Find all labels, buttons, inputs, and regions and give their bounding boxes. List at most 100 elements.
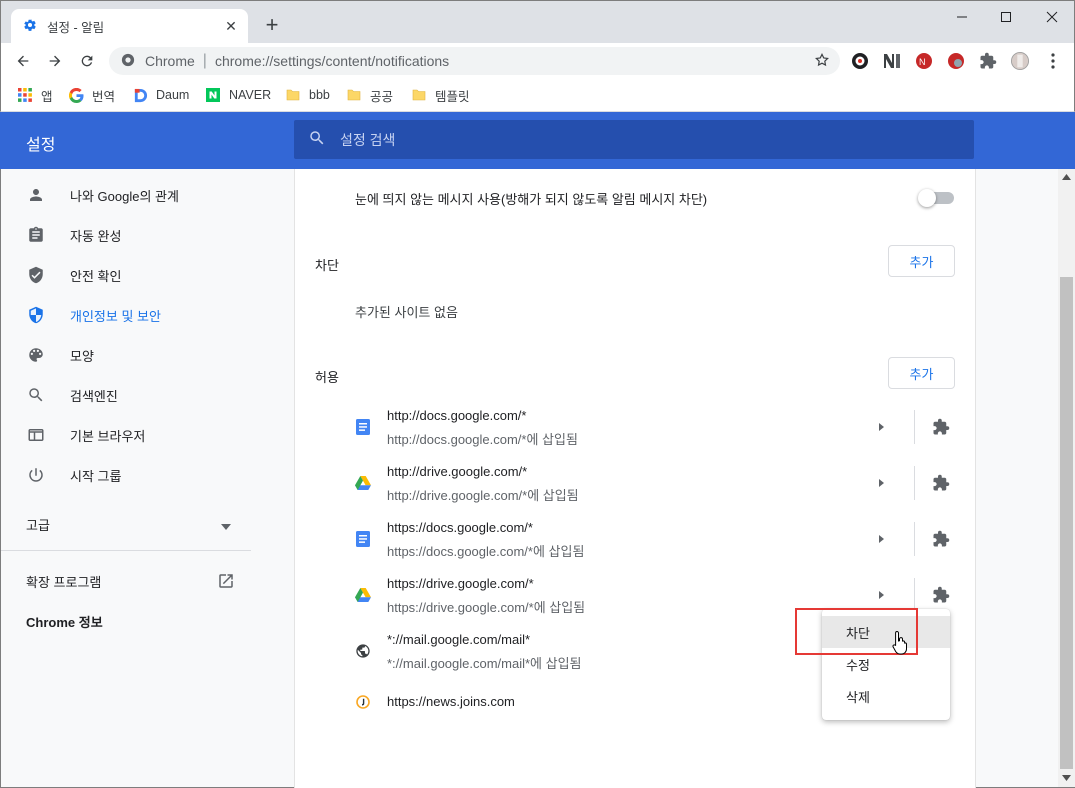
site-embedded-text: *://mail.google.com/mail*에 삽입됨 [387, 656, 582, 671]
quiet-messages-toggle[interactable] [918, 189, 954, 207]
bookmark-label: 템플릿 [435, 89, 470, 104]
search-icon [26, 385, 46, 405]
bookmark-label: 공공 [370, 89, 394, 104]
nav-extensions[interactable]: 확장 프로그램 [26, 572, 101, 591]
site-url: *://mail.google.com/mail* [387, 632, 531, 647]
nav-item-privacy-security[interactable]: 개인정보 및 보안 [1, 300, 251, 330]
arrow-right-icon[interactable] [876, 478, 886, 488]
bookmark-label: 번역 [92, 89, 116, 104]
folder-icon [411, 87, 427, 103]
extension-3-icon[interactable]: N [915, 52, 933, 70]
bookmark-apps[interactable]: 앱 [17, 85, 53, 105]
scroll-up-icon [1062, 174, 1071, 180]
joins-icon [355, 694, 371, 710]
extension-1-icon[interactable] [851, 52, 869, 70]
extension-2-icon[interactable] [883, 52, 901, 70]
address-bar[interactable]: Chrome | chrome://settings/content/notif… [109, 47, 840, 75]
site-embedded-text: http://drive.google.com/*에 삽입됨 [387, 488, 579, 503]
bookmark-translate[interactable]: 번역 [68, 85, 115, 105]
site-url: https://news.joins.com [387, 694, 515, 709]
nav-label: 자동 완성 [70, 228, 122, 244]
allow-add-button[interactable]: 추가 [888, 357, 955, 389]
folder-icon [285, 87, 301, 103]
arrow-right-icon[interactable] [876, 534, 886, 544]
site-row[interactable]: http://docs.google.com/* http://docs.goo… [295, 399, 977, 455]
block-add-button[interactable]: 추가 [888, 245, 955, 277]
bookmarks-bar: 앱 번역 Daum NAVER bbb 공공 템플릿 [0, 79, 1075, 112]
person-icon [26, 185, 46, 205]
browser-icon [26, 425, 46, 445]
nav-about-chrome[interactable]: Chrome 정보 [26, 612, 103, 631]
scroll-thumb[interactable] [1060, 277, 1073, 769]
bookmark-naver[interactable]: NAVER [205, 85, 271, 105]
allow-section-title: 허용 [315, 370, 339, 385]
extension-puzzle-icon[interactable] [932, 418, 950, 436]
extension-puzzle-icon[interactable] [932, 530, 950, 548]
site-info-icon[interactable] [121, 53, 135, 70]
naver-icon [205, 87, 221, 103]
nav-item-appearance[interactable]: 모양 [1, 340, 251, 370]
site-row[interactable]: https://docs.google.com/* https://docs.g… [295, 511, 977, 567]
power-icon [26, 465, 46, 485]
nav-item-safety-check[interactable]: 안전 확인 [1, 260, 251, 290]
site-url: http://docs.google.com/* [387, 408, 527, 423]
advanced-label: 고급 [26, 518, 50, 533]
tab-close-icon[interactable]: ✕ [222, 17, 240, 35]
scroll-down-icon [1062, 775, 1071, 781]
globe-icon [355, 643, 371, 659]
nav-item-search-engine[interactable]: 검색엔진 [1, 380, 251, 410]
close-window-button[interactable] [1037, 7, 1067, 27]
settings-gear-icon [23, 18, 37, 35]
svg-text:N: N [919, 57, 926, 67]
scrollbar[interactable] [1058, 169, 1075, 787]
tab-strip: 설정 - 알림 ✕ + [0, 0, 1075, 44]
caret-down-icon[interactable] [221, 518, 231, 533]
extension-4-icon[interactable] [947, 52, 965, 70]
nav-item-autofill[interactable]: 자동 완성 [1, 220, 251, 250]
maximize-button[interactable] [991, 7, 1021, 27]
forward-button[interactable] [45, 51, 65, 71]
extensions-puzzle-icon[interactable] [979, 52, 997, 70]
bookmark-label: NAVER [229, 88, 272, 102]
nav-item-default-browser[interactable]: 기본 브라우저 [1, 420, 251, 450]
row-separator [914, 522, 915, 556]
nav-label: 시작 그룹 [70, 468, 122, 484]
extension-puzzle-icon[interactable] [932, 474, 950, 492]
clipboard-icon [26, 225, 46, 245]
block-section-title: 차단 [315, 258, 339, 273]
site-embedded-text: https://docs.google.com/*에 삽입됨 [387, 544, 585, 559]
arrow-right-icon[interactable] [876, 590, 886, 600]
palette-icon [26, 345, 46, 365]
nav-item-on-startup[interactable]: 시작 그룹 [1, 460, 251, 490]
site-url: https://docs.google.com/* [387, 520, 533, 535]
nav-label: 모양 [70, 348, 94, 364]
chrome-menu-button[interactable] [1044, 52, 1062, 70]
bookmark-folder-public[interactable]: 공공 [346, 85, 393, 105]
maximize-icon [1001, 12, 1011, 22]
back-arrow-icon [17, 55, 29, 67]
nav-label: 기본 브라우저 [70, 428, 146, 444]
minimize-button[interactable] [947, 7, 977, 27]
bookmark-folder-bbb[interactable]: bbb [285, 85, 330, 105]
about-label: Chrome 정보 [26, 615, 103, 630]
menu-item-remove[interactable]: 삭제 [822, 680, 950, 712]
arrow-right-icon[interactable] [876, 422, 886, 432]
bookmark-daum[interactable]: Daum [132, 85, 189, 105]
more-vert-icon [1051, 53, 1055, 69]
reload-button[interactable] [77, 51, 97, 71]
back-button[interactable] [13, 51, 33, 71]
nav-label: 검색엔진 [70, 388, 118, 404]
nav-advanced[interactable]: 고급 [26, 515, 50, 534]
extension-puzzle-icon[interactable] [932, 586, 950, 604]
new-tab-button[interactable]: + [261, 14, 283, 36]
site-label: Chrome [145, 53, 195, 69]
bookmark-star-icon[interactable] [814, 52, 830, 71]
browser-tab[interactable]: 설정 - 알림 ✕ [11, 9, 248, 44]
settings-title: 설정 [26, 137, 56, 154]
profile-avatar[interactable] [1011, 52, 1029, 70]
open-in-new-icon[interactable] [217, 572, 235, 593]
nav-item-you-and-google[interactable]: 나와 Google의 관계 [1, 180, 251, 210]
bookmark-folder-templates[interactable]: 템플릿 [411, 85, 470, 105]
settings-search-input[interactable]: 설정 검색 [294, 120, 974, 159]
site-row[interactable]: http://drive.google.com/* http://drive.g… [295, 455, 977, 511]
